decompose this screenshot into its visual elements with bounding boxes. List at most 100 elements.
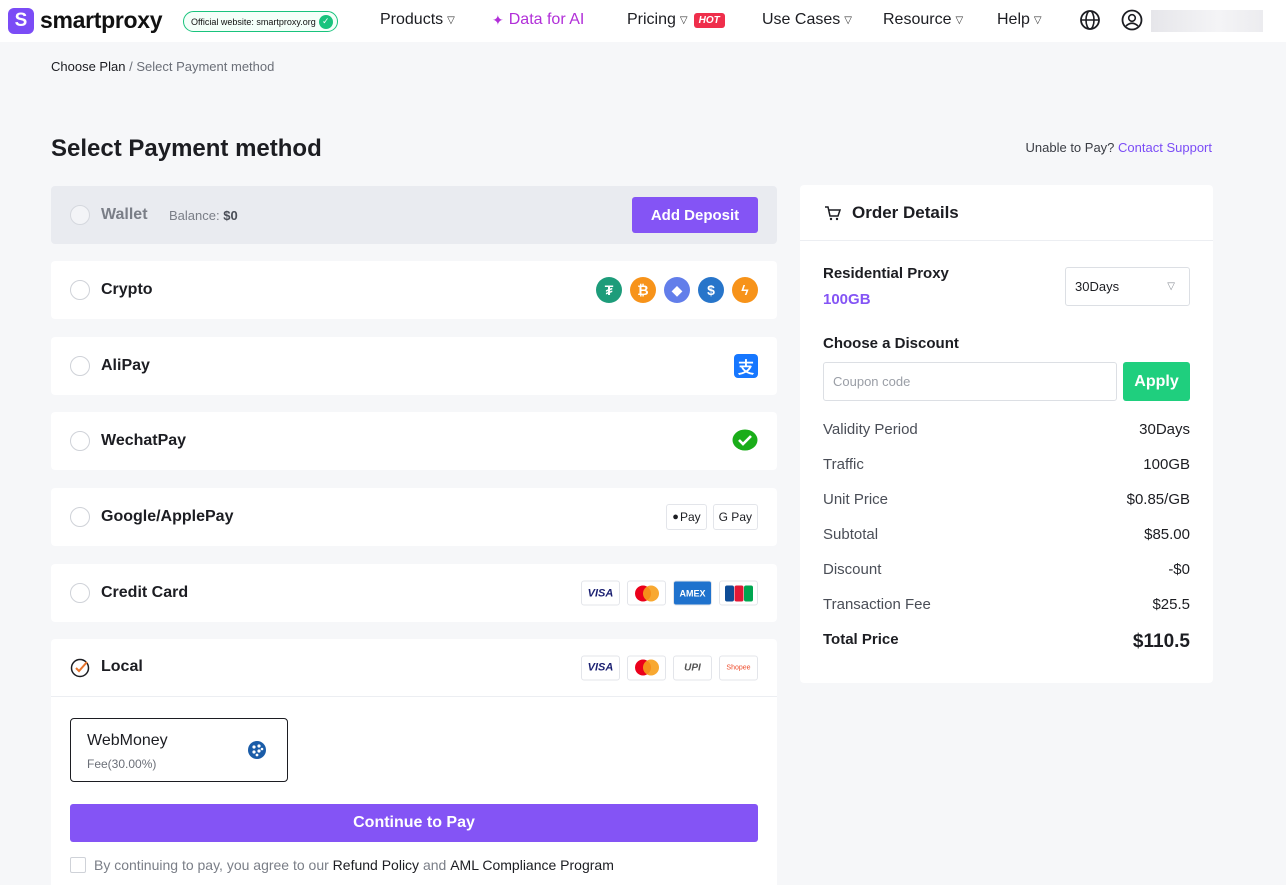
unable-to-pay: Unable to Pay? Contact Support <box>1026 140 1212 155</box>
add-deposit-button[interactable]: Add Deposit <box>632 197 758 233</box>
chevron-down-icon: ▽ <box>844 14 852 26</box>
apply-button[interactable]: Apply <box>1123 362 1190 401</box>
upi-icon: UPI <box>673 655 712 680</box>
alipay-radio[interactable] <box>70 356 90 376</box>
wallet-label: Wallet <box>101 206 148 223</box>
nav-help[interactable]: Help ▽ <box>997 11 1042 29</box>
line-value: 30Days <box>1139 421 1190 438</box>
hot-badge: HOT <box>693 12 725 28</box>
top-nav: S smartproxy Official website: smartprox… <box>0 0 1286 42</box>
alipay-label: AliPay <box>101 357 150 374</box>
nav-resource-label: Resource <box>883 11 952 28</box>
google-apple-pay-icons: ● Pay G Pay <box>666 504 758 530</box>
line-key: Subtotal <box>823 526 879 543</box>
google-apple-pay-label: Google/ApplePay <box>101 508 234 525</box>
webmoney-icon <box>248 741 266 759</box>
amex-icon: AMEX <box>673 580 712 606</box>
payment-wechatpay[interactable]: WechatPay <box>51 412 777 470</box>
webmoney-option[interactable]: WebMoney Fee(30.00%) <box>70 718 288 782</box>
lightning-icon: ϟ <box>732 277 758 303</box>
apple-logo-icon: ● <box>672 511 679 523</box>
aml-link[interactable]: AML Compliance Program <box>450 857 614 873</box>
checked-circle-icon[interactable] <box>70 658 90 678</box>
chevron-down-icon: ▽ <box>1033 14 1042 26</box>
credit-card-label: Credit Card <box>101 584 189 601</box>
nav-data-for-ai-label: Data for AI <box>508 11 585 28</box>
payment-alipay[interactable]: AliPay 支 <box>51 337 777 395</box>
user-icon[interactable] <box>1121 9 1143 31</box>
payment-wallet[interactable]: Wallet Balance: $0 Add Deposit <box>51 186 777 244</box>
crypto-radio[interactable] <box>70 280 90 300</box>
period-select-value: 30Days <box>1075 279 1120 294</box>
page-title: Select Payment method <box>51 135 322 162</box>
coupon-input[interactable] <box>823 362 1117 401</box>
agreement: By continuing to pay, you agree to our R… <box>70 857 614 873</box>
total-label: Total Price <box>823 631 899 648</box>
breadcrumb-choose-plan[interactable]: Choose Plan <box>51 59 125 74</box>
brand-name: smartproxy <box>40 7 163 33</box>
username-redacted <box>1151 10 1263 32</box>
credit-card-icons: VISA AMEX <box>581 580 758 606</box>
nav-use-cases-label: Use Cases <box>762 11 841 28</box>
balance-label: Balance: <box>169 207 220 223</box>
discount-label: Choose a Discount <box>823 335 959 352</box>
product-name: Residential Proxy <box>823 265 949 282</box>
sparkle-icon: ✦ <box>492 11 504 28</box>
wechatpay-icons <box>732 429 758 453</box>
google-apple-pay-radio[interactable] <box>70 507 90 527</box>
nav-use-cases[interactable]: Use Cases ▽ <box>762 11 852 29</box>
nav-data-for-ai[interactable]: ✦ Data for AI <box>492 11 584 29</box>
wallet-balance: Balance: $0 <box>169 208 238 223</box>
agree-checkbox[interactable] <box>70 857 86 873</box>
apple-pay-badge: ● Pay <box>666 504 707 530</box>
mastercard-icon <box>627 655 666 680</box>
wechat-icon <box>732 429 758 451</box>
chevron-down-icon: ▽ <box>679 14 688 26</box>
continue-to-pay-button[interactable]: Continue to Pay <box>70 804 758 842</box>
nav-products-label: Products <box>380 11 444 28</box>
check-icon: ✓ <box>318 14 333 29</box>
cart-icon <box>825 206 841 221</box>
mastercard-logo-icon <box>634 585 659 601</box>
wallet-radio[interactable] <box>70 205 90 225</box>
usdc-icon: $ <box>698 277 724 303</box>
globe-icon[interactable] <box>1079 9 1101 31</box>
google-pay-badge: G Pay <box>712 504 758 530</box>
crypto-icons: ₮ ₿ ◆ $ ϟ <box>596 277 758 303</box>
payment-credit-card[interactable]: Credit Card VISA AMEX <box>51 564 777 622</box>
chevron-down-icon: ▽ <box>1167 281 1175 292</box>
nav-resource[interactable]: Resource ▽ <box>883 11 963 29</box>
contact-support-link[interactable]: Contact Support <box>1118 140 1212 155</box>
line-value: 100GB <box>1143 456 1190 473</box>
alipay-icon: 支 <box>734 354 758 378</box>
apple-pay-text: Pay <box>679 510 701 524</box>
breadcrumb: Choose Plan / Select Payment method <box>51 59 274 74</box>
chevron-down-icon: ▽ <box>447 14 455 26</box>
jcb-icon <box>719 580 758 606</box>
order-header: Order Details <box>800 185 1213 241</box>
line-validity-period: Validity Period 30Days <box>823 421 1190 438</box>
visa-icon: VISA <box>581 580 620 606</box>
line-unit-price: Unit Price $0.85/GB <box>823 491 1190 508</box>
order-details-panel: Order Details Residential Proxy 100GB 30… <box>800 185 1213 683</box>
brand-logo[interactable]: S smartproxy <box>8 7 163 34</box>
nav-products[interactable]: Products ▽ <box>380 11 455 29</box>
payment-google-apple-pay[interactable]: Google/ApplePay ● Pay G Pay <box>51 488 777 546</box>
mastercard-icon <box>627 580 666 606</box>
local-header[interactable]: Local VISA UPI Shopee <box>51 639 777 697</box>
alipay-icons: 支 <box>734 354 758 378</box>
breadcrumb-current: Select Payment method <box>136 59 275 74</box>
agree-text: By continuing to pay, you agree to our <box>94 857 329 873</box>
smartproxy-logo-icon: S <box>8 7 34 34</box>
nav-pricing[interactable]: Pricing ▽ HOT <box>627 11 725 29</box>
payment-crypto[interactable]: Crypto ₮ ₿ ◆ $ ϟ <box>51 261 777 319</box>
line-key: Unit Price <box>823 491 889 508</box>
refund-policy-link[interactable]: Refund Policy <box>333 857 419 873</box>
webmoney-fee: Fee(30.00%) <box>87 757 157 771</box>
wechatpay-radio[interactable] <box>70 431 90 451</box>
and-text: and <box>422 857 447 873</box>
period-select[interactable]: 30Days ▽ <box>1065 267 1190 306</box>
local-icons: VISA UPI Shopee <box>581 655 758 680</box>
credit-card-radio[interactable] <box>70 583 90 603</box>
line-key: Validity Period <box>823 421 918 438</box>
